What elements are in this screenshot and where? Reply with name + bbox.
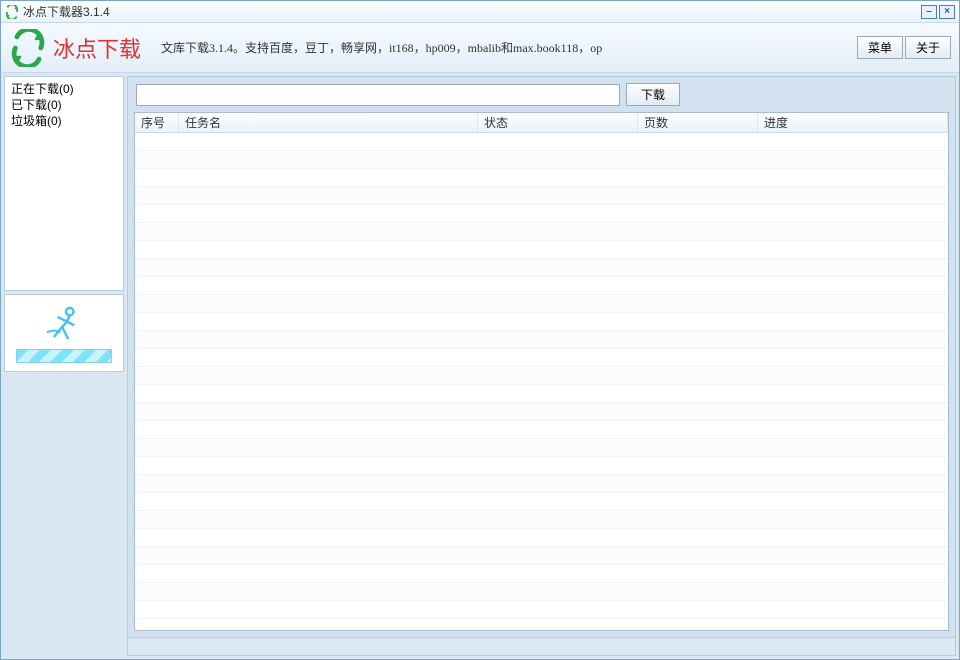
table-row[interactable] <box>135 475 948 493</box>
col-progress[interactable]: 进度 <box>758 113 948 132</box>
col-seq[interactable]: 序号 <box>135 113 179 132</box>
table-row[interactable] <box>135 565 948 583</box>
app-window: 冰点下载器3.1.4 – × 冰点下载 文库下载3.1.4。支持百度，豆丁，畅享… <box>0 0 960 660</box>
table-row[interactable] <box>135 331 948 349</box>
table-row[interactable] <box>135 313 948 331</box>
url-bar: 下载 <box>128 77 955 112</box>
refresh-icon <box>9 29 47 67</box>
table-row[interactable] <box>135 511 948 529</box>
table-body[interactable] <box>135 133 948 630</box>
table-row[interactable] <box>135 133 948 151</box>
table-row[interactable] <box>135 403 948 421</box>
table-row[interactable] <box>135 529 948 547</box>
content-area: 正在下载(0) 已下载(0) 垃圾箱(0) 下载 <box>1 73 959 659</box>
table-row[interactable] <box>135 583 948 601</box>
table-row[interactable] <box>135 601 948 619</box>
col-status[interactable]: 状态 <box>478 113 638 132</box>
close-button[interactable]: × <box>939 5 955 19</box>
table-row[interactable] <box>135 277 948 295</box>
sidebar-item-downloaded[interactable]: 已下载(0) <box>11 97 117 113</box>
running-person-icon <box>41 304 87 345</box>
table-row[interactable] <box>135 457 948 475</box>
table-row[interactable] <box>135 493 948 511</box>
table-row[interactable] <box>135 205 948 223</box>
app-icon <box>5 5 19 19</box>
app-name: 冰点下载 <box>53 32 141 64</box>
table-row[interactable] <box>135 241 948 259</box>
header-buttons: 菜单 关于 <box>857 36 951 59</box>
app-description: 文库下载3.1.4。支持百度，豆丁，畅享网，it168，hp009，mbalib… <box>161 39 857 56</box>
table-row[interactable] <box>135 151 948 169</box>
sidebar-item-downloading[interactable]: 正在下载(0) <box>11 81 117 97</box>
sidebar: 正在下载(0) 已下载(0) 垃圾箱(0) <box>4 76 124 656</box>
table-row[interactable] <box>135 547 948 565</box>
about-button[interactable]: 关于 <box>905 36 951 59</box>
titlebar: 冰点下载器3.1.4 – × <box>1 1 959 23</box>
window-controls: – × <box>921 5 955 19</box>
menu-button[interactable]: 菜单 <box>857 36 903 59</box>
table-row[interactable] <box>135 349 948 367</box>
table-row[interactable] <box>135 295 948 313</box>
table-row[interactable] <box>135 367 948 385</box>
table-row[interactable] <box>135 259 948 277</box>
table-row[interactable] <box>135 439 948 457</box>
sidebar-list: 正在下载(0) 已下载(0) 垃圾箱(0) <box>4 76 124 291</box>
table-row[interactable] <box>135 169 948 187</box>
sidebar-item-trash[interactable]: 垃圾箱(0) <box>11 113 117 129</box>
table-row[interactable] <box>135 385 948 403</box>
progress-stripe-icon <box>16 349 112 363</box>
table-row[interactable] <box>135 187 948 205</box>
minimize-button[interactable]: – <box>921 5 937 19</box>
col-pages[interactable]: 页数 <box>638 113 758 132</box>
main-panel: 下载 序号 任务名 状态 页数 进度 <box>127 76 956 656</box>
header: 冰点下载 文库下载3.1.4。支持百度，豆丁，畅享网，it168，hp009，m… <box>1 23 959 73</box>
url-input[interactable] <box>136 84 620 106</box>
table-row[interactable] <box>135 421 948 439</box>
col-name[interactable]: 任务名 <box>179 113 478 132</box>
task-table: 序号 任务名 状态 页数 进度 <box>134 112 949 631</box>
sidebar-animation <box>4 294 124 372</box>
status-bar <box>128 637 955 655</box>
table-row[interactable] <box>135 223 948 241</box>
download-button[interactable]: 下载 <box>626 83 680 106</box>
window-title: 冰点下载器3.1.4 <box>23 3 921 20</box>
table-header: 序号 任务名 状态 页数 进度 <box>135 113 948 133</box>
